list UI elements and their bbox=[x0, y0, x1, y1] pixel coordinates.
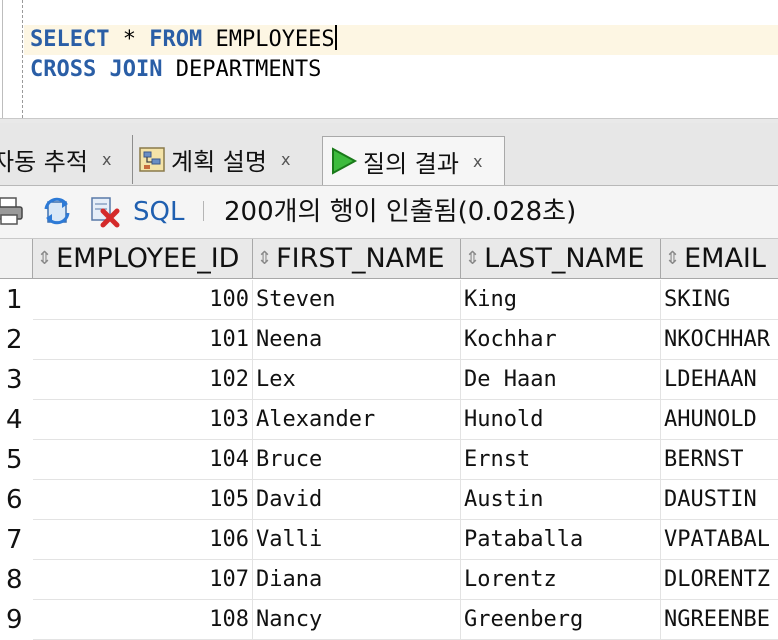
table-cell-email[interactable]: LDEHAAN bbox=[661, 360, 778, 400]
table-cell-first[interactable]: Steven bbox=[253, 280, 461, 320]
explain-plan-icon bbox=[137, 145, 169, 175]
table-cell-first[interactable]: David bbox=[253, 480, 461, 520]
column-header-first-name[interactable]: ⇕ FIRST_NAME bbox=[253, 239, 461, 279]
row-number[interactable]: 3 bbox=[0, 360, 32, 400]
row-number[interactable]: 7 bbox=[0, 520, 32, 560]
code-line-1[interactable]: SELECT * FROM EMPLOYEES bbox=[24, 25, 778, 55]
keyword-from: FROM bbox=[149, 27, 203, 52]
table-cell-id[interactable]: 101 bbox=[33, 320, 253, 360]
table-cell-id[interactable]: 106 bbox=[33, 520, 253, 560]
close-icon[interactable]: x bbox=[102, 150, 111, 169]
table-cell-last[interactable]: King bbox=[461, 280, 661, 320]
sort-icon[interactable]: ⇕ bbox=[465, 248, 480, 269]
tab-autotrace[interactable]: 자동 추적 x bbox=[0, 135, 111, 184]
editor-fold-guide bbox=[22, 0, 23, 118]
table-name: EMPLOYEES bbox=[202, 27, 335, 52]
tab-explain-plan[interactable]: 계획 설명 x bbox=[132, 135, 290, 184]
fetch-status-text: 200개의 행이 인출됨(0.028초) bbox=[224, 197, 577, 227]
row-number[interactable]: 1 bbox=[0, 280, 32, 320]
editor-gutter-border bbox=[2, 0, 3, 118]
keyword-join: JOIN bbox=[109, 57, 163, 82]
result-tab-bar: 자동 추적 x 계획 설명 x 질의 결과 x bbox=[0, 123, 778, 186]
refresh-icon[interactable] bbox=[40, 194, 74, 228]
table-cell-email[interactable]: DLORENTZ bbox=[661, 560, 778, 600]
print-icon[interactable] bbox=[0, 194, 26, 228]
close-icon[interactable]: x bbox=[473, 152, 482, 171]
table-cell-last[interactable]: Ernst bbox=[461, 440, 661, 480]
sql-link[interactable]: SQL bbox=[133, 194, 184, 230]
toolbar-separator bbox=[203, 201, 204, 221]
sort-icon[interactable]: ⇕ bbox=[257, 248, 272, 269]
table-cell-id[interactable]: 103 bbox=[33, 400, 253, 440]
table-cell-first[interactable]: Alexander bbox=[253, 400, 461, 440]
table-cell-last[interactable]: Greenberg bbox=[461, 600, 661, 640]
table-cell-email[interactable]: VPATABAL bbox=[661, 520, 778, 560]
table-cell-first[interactable]: Bruce bbox=[253, 440, 461, 480]
table-cell-id[interactable]: 100 bbox=[33, 280, 253, 320]
tab-label: 질의 결과 bbox=[363, 149, 459, 178]
table-cell-id[interactable]: 104 bbox=[33, 440, 253, 480]
table-cell-id[interactable]: 102 bbox=[33, 360, 253, 400]
code-line-2[interactable]: CROSS JOIN DEPARTMENTS bbox=[30, 55, 321, 85]
table-cell-email[interactable]: AHUNOLD bbox=[661, 400, 778, 440]
sql-editor[interactable]: SELECT * FROM EMPLOYEES CROSS JOIN DEPAR… bbox=[0, 0, 778, 118]
table-cell-first[interactable]: Neena bbox=[253, 320, 461, 360]
keyword-select: SELECT bbox=[30, 27, 110, 52]
table-cell-last[interactable]: Pataballa bbox=[461, 520, 661, 560]
table-cell-first[interactable]: Diana bbox=[253, 560, 461, 600]
table-cell-last[interactable]: Kochhar bbox=[461, 320, 661, 360]
table-cell-first[interactable]: Valli bbox=[253, 520, 461, 560]
sort-icon[interactable]: ⇕ bbox=[665, 248, 680, 269]
table-cell-id[interactable]: 105 bbox=[33, 480, 253, 520]
table-cell-email[interactable]: NGREENBE bbox=[661, 600, 778, 640]
table-cell-id[interactable]: 107 bbox=[33, 560, 253, 600]
table-cell-first[interactable]: Lex bbox=[253, 360, 461, 400]
tab-label: 자동 추적 bbox=[0, 148, 88, 176]
table-cell-last[interactable]: De Haan bbox=[461, 360, 661, 400]
table-cell-email[interactable]: NKOCHHAR bbox=[661, 320, 778, 360]
table-name: DEPARTMENTS bbox=[162, 57, 322, 82]
row-number[interactable]: 8 bbox=[0, 560, 32, 600]
table-cell-last[interactable]: Lorentz bbox=[461, 560, 661, 600]
table-cell-id[interactable]: 108 bbox=[33, 600, 253, 640]
row-header-corner bbox=[0, 239, 33, 279]
column-header-employee-id[interactable]: ⇕ EMPLOYEE_ID bbox=[33, 239, 253, 279]
result-grid[interactable]: ⇕ EMPLOYEE_ID ⇕ FIRST_NAME ⇕ LAST_NAME ⇕ EMA… bbox=[0, 239, 778, 640]
tab-query-result[interactable]: 질의 결과 x bbox=[322, 136, 505, 185]
tab-label: 계획 설명 bbox=[171, 148, 267, 176]
table-cell-email[interactable]: BERNST bbox=[661, 440, 778, 480]
sort-icon[interactable]: ⇕ bbox=[37, 248, 52, 269]
column-header-email[interactable]: ⇕ EMAIL bbox=[661, 239, 778, 279]
table-cell-last[interactable]: Austin bbox=[461, 480, 661, 520]
row-number[interactable]: 2 bbox=[0, 320, 32, 360]
keyword-cross: CROSS bbox=[30, 57, 97, 82]
column-header-last-name[interactable]: ⇕ LAST_NAME bbox=[461, 239, 661, 279]
asterisk: * bbox=[109, 27, 150, 52]
close-icon[interactable]: x bbox=[281, 150, 290, 169]
row-number[interactable]: 9 bbox=[0, 600, 32, 640]
row-number[interactable]: 4 bbox=[0, 400, 32, 440]
row-number[interactable]: 6 bbox=[0, 480, 32, 520]
table-cell-email[interactable]: SKING bbox=[661, 280, 778, 320]
table-cell-last[interactable]: Hunold bbox=[461, 400, 661, 440]
table-cell-email[interactable]: DAUSTIN bbox=[661, 480, 778, 520]
run-icon bbox=[329, 147, 359, 175]
text-caret bbox=[334, 25, 337, 50]
cancel-icon[interactable] bbox=[88, 194, 122, 228]
row-number[interactable]: 5 bbox=[0, 440, 32, 480]
result-toolbar: SQL 200개의 행이 인출됨(0.028초) bbox=[0, 186, 778, 239]
table-cell-first[interactable]: Nancy bbox=[253, 600, 461, 640]
